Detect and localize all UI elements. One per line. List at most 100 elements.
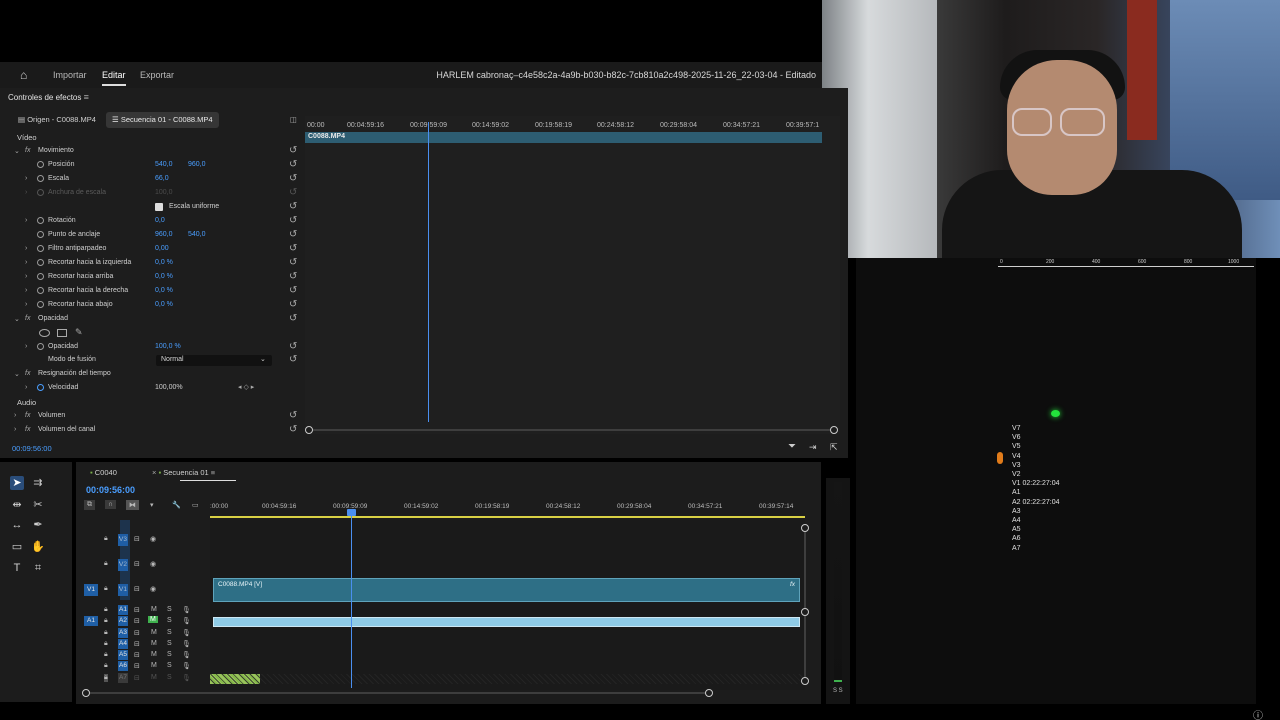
reset-icon[interactable]: ↺	[289, 410, 297, 421]
chevron-down-icon[interactable]: ⌄	[14, 147, 20, 155]
escala-value[interactable]: 66,0	[155, 175, 169, 182]
stopwatch-icon[interactable]	[37, 273, 44, 280]
reset-icon[interactable]: ↺	[289, 243, 297, 254]
caption-tool-icon[interactable]: ⌗	[31, 561, 45, 575]
chevron-down-icon[interactable]: ⌄	[14, 315, 20, 323]
eye-icon[interactable]: ◉	[150, 560, 156, 568]
opacidad-value[interactable]: 100,0 %	[155, 343, 181, 350]
recortar-abajo-value[interactable]: 0,0 %	[155, 301, 173, 308]
track-target-a5[interactable]: A5	[118, 650, 128, 660]
sync-lock-icon[interactable]: ⊟	[134, 606, 140, 614]
lock-icon[interactable]: 🔒︎	[104, 629, 108, 637]
meter-solo-labels[interactable]: S S	[833, 688, 843, 694]
reset-icon[interactable]: ↺	[289, 159, 297, 170]
reset-icon[interactable]: ↺	[289, 229, 297, 240]
video-clip-c0088[interactable]: C0088.MP4 [V] fx	[213, 578, 800, 602]
razor-icon[interactable]: ✂	[31, 498, 45, 512]
lock-icon[interactable]: 🔒︎	[104, 585, 108, 593]
add-marker-icon[interactable]: ▾	[150, 501, 154, 509]
stopwatch-icon[interactable]	[37, 384, 44, 391]
type-tool-icon[interactable]: T	[10, 561, 24, 575]
stopwatch-icon[interactable]	[37, 301, 44, 308]
reset-icon[interactable]: ↺	[289, 299, 297, 310]
rotacion-value[interactable]: 0,0	[155, 217, 165, 224]
chevron-right-icon[interactable]: ›	[25, 343, 27, 350]
lock-icon[interactable]: 🔒︎	[104, 617, 108, 625]
timeline-vscroll[interactable]	[804, 524, 806, 684]
fx-volumen[interactable]: › fx Volumen ↺	[0, 410, 305, 424]
track-target-a2[interactable]: A2	[118, 616, 128, 626]
chevron-down-icon[interactable]: ⌄	[14, 370, 20, 378]
stopwatch-icon[interactable]	[37, 259, 44, 266]
info-icon[interactable]: ⓘ	[1253, 707, 1263, 720]
reset-icon[interactable]: ↺	[289, 257, 297, 268]
ellipse-mask-icon[interactable]	[39, 329, 50, 337]
antiparpadeo-value[interactable]: 0,00	[155, 245, 169, 252]
home-icon[interactable]: ⌂	[20, 69, 32, 81]
reset-icon[interactable]: ↺	[289, 145, 297, 156]
track-target-a6[interactable]: A6	[118, 661, 128, 671]
eye-icon[interactable]: ◉	[150, 535, 156, 543]
tab-source[interactable]: ▤ Origen - C0088.MP4	[12, 112, 102, 128]
mic-icon[interactable]: 🎙︎	[182, 651, 191, 659]
fx-movimiento[interactable]: ⌄ fx Movimiento ↺	[0, 145, 305, 159]
stopwatch-icon[interactable]	[37, 175, 44, 182]
mic-icon[interactable]: 🎙︎	[182, 674, 191, 682]
velocidad-value[interactable]: 100,00%	[155, 384, 183, 391]
fx-resignacion[interactable]: ⌄ fx Resignación del tiempo	[0, 368, 305, 382]
mic-icon[interactable]: 🎙︎	[182, 629, 191, 637]
posicion-x-value[interactable]: 540,0	[155, 161, 173, 168]
mute-button[interactable]: M	[151, 674, 157, 681]
hscroll-handle-left[interactable]	[82, 689, 90, 697]
mute-button[interactable]: M	[151, 629, 157, 636]
hscroll-handle-right[interactable]	[705, 689, 713, 697]
menu-exportar[interactable]: Exportar	[140, 70, 174, 80]
reset-icon[interactable]: ↺	[289, 271, 297, 282]
panel-menu-icon[interactable]: ≡	[84, 92, 89, 102]
scroll-handle-left[interactable]	[305, 426, 313, 434]
mute-button[interactable]: M	[151, 651, 157, 658]
filter-icon[interactable]: ⏷	[788, 441, 796, 452]
sync-lock-icon[interactable]: ⊟	[134, 674, 140, 682]
chevron-right-icon[interactable]: ›	[25, 175, 27, 182]
track-area[interactable]	[210, 520, 805, 690]
posicion-y-value[interactable]: 960,0	[188, 161, 206, 168]
lock-icon[interactable]: 🔒︎	[104, 640, 108, 648]
eye-icon[interactable]: ◉	[150, 585, 156, 593]
pen-mask-icon[interactable]: ✎	[75, 327, 83, 338]
effects-clip-bar[interactable]: C0088.MP4	[305, 132, 822, 143]
stopwatch-icon[interactable]	[37, 217, 44, 224]
solo-button[interactable]: S	[167, 674, 172, 681]
chevron-right-icon[interactable]: ›	[14, 426, 16, 433]
vscroll-handle-mid[interactable]	[801, 608, 809, 616]
snap-icon[interactable]: ∩	[105, 500, 117, 509]
slip-tool-icon[interactable]: ↔	[10, 518, 24, 532]
stopwatch-icon[interactable]	[37, 343, 44, 350]
vscroll-handle-bottom[interactable]	[801, 677, 809, 685]
chevron-right-icon[interactable]: ›	[25, 301, 27, 308]
track-target-a4[interactable]: A4	[118, 639, 128, 649]
lock-icon[interactable]: 🔒︎	[104, 535, 108, 543]
sync-lock-icon[interactable]: ⊟	[134, 629, 140, 637]
chevron-right-icon[interactable]: ›	[25, 384, 27, 391]
mic-icon[interactable]: 🎙︎	[182, 640, 191, 648]
reset-icon[interactable]: ↺	[289, 313, 297, 324]
ripple-edit-icon[interactable]: ⇹	[10, 498, 24, 512]
work-area-bar[interactable]	[210, 516, 805, 518]
chevron-right-icon[interactable]: ›	[25, 245, 27, 252]
export-icon[interactable]: ⇱	[830, 442, 838, 453]
reset-icon[interactable]: ↺	[289, 215, 297, 226]
sync-lock-icon[interactable]: ⊟	[134, 585, 140, 593]
menu-editar[interactable]: Editar	[102, 70, 126, 80]
stopwatch-icon[interactable]	[37, 161, 44, 168]
captions-icon[interactable]: ▭	[192, 501, 199, 509]
hand-tool-icon[interactable]: ✋	[31, 540, 45, 554]
stopwatch-icon[interactable]	[37, 245, 44, 252]
chevron-right-icon[interactable]: ›	[25, 287, 27, 294]
anclaje-x-value[interactable]: 960,0	[155, 231, 173, 238]
scroll-handle-right[interactable]	[830, 426, 838, 434]
effects-timeline[interactable]: 00:00 00:04:59:16 00:09:59:09 00:14:59:0…	[305, 116, 840, 434]
lock-icon[interactable]: 🔒︎	[104, 606, 108, 614]
sync-lock-icon[interactable]: ⊟	[134, 535, 140, 543]
mic-icon[interactable]: 🎙︎	[182, 662, 191, 670]
